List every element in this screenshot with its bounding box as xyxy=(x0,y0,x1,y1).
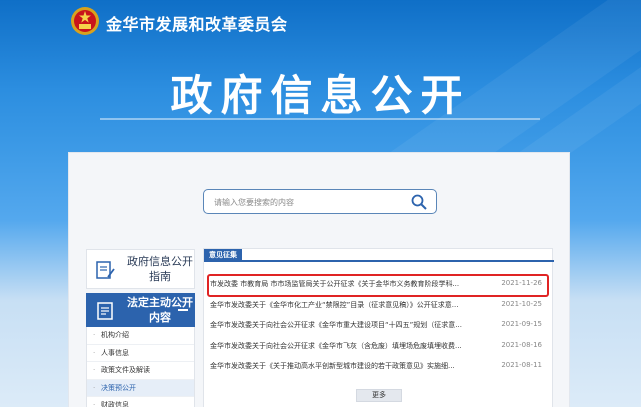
sidebar-submenu: 机构介绍 人事信息 政策文件及解读 决策预公开 财政信息 xyxy=(86,327,195,407)
site-header: 金华市发展和改革委员会 xyxy=(0,0,641,40)
main-panel: 政府信息公开指南 法定主动公开内容 机构介绍 人事信息 政策文件及解读 决策预公… xyxy=(68,152,570,407)
sidebar-subitem[interactable]: 人事信息 xyxy=(87,345,194,362)
more-button[interactable]: 更多 xyxy=(356,389,402,402)
document-list-icon xyxy=(97,302,113,320)
collapse-icon[interactable] xyxy=(178,309,188,311)
list-item[interactable]: 金华市发改委关于《关于推动高水平创新型城市建设的若干政策意见》实施细... 20… xyxy=(204,357,554,378)
tab-bar: 意见征集 xyxy=(204,249,554,262)
list-item-title[interactable]: 金华市发改委关于向社会公开征求《金华市飞灰（含危废）填埋场危废填埋收费... xyxy=(210,341,474,351)
list-item-title[interactable]: 市发改委 市教育局 市市场监管局关于公开征求《关于金华市义务教育阶段学科... xyxy=(210,279,474,289)
sidebar-item-guide[interactable]: 政府信息公开指南 xyxy=(86,249,195,289)
list-item-title[interactable]: 金华市发改委关于向社会公开征求《金华市重大建设项目“十四五”规划（征求意... xyxy=(210,320,474,330)
sidebar-subitem[interactable]: 政策文件及解读 xyxy=(87,362,194,380)
list-item-title[interactable]: 金华市发改委关于《金华市化工产业“禁限控”目录（征求意见稿）》公开征求意... xyxy=(210,300,474,310)
list-item-date: 2021-10-25 xyxy=(501,299,542,308)
agency-name[interactable]: 金华市发展和改革委员会 xyxy=(106,11,288,35)
list-item[interactable]: 金华市发改委关于《金华市化工产业“禁限控”目录（征求意见稿）》公开征求意... … xyxy=(204,296,554,317)
list-item-date: 2021-09-15 xyxy=(501,320,542,328)
sidebar-item-statutory-disclosure[interactable]: 法定主动公开内容 xyxy=(86,293,195,327)
list-item-highlighted[interactable]: 市发改委 市教育局 市市场监管局关于公开征求《关于金华市义务教育阶段学科... … xyxy=(207,274,549,297)
list-item-date: 2021-08-11 xyxy=(501,361,542,369)
sidebar-subitem[interactable]: 机构介绍 xyxy=(87,327,194,345)
page-title: 政府信息公开 xyxy=(170,71,471,120)
sidebar-item-label: 政府信息公开指南 xyxy=(127,255,193,283)
title-divider xyxy=(100,118,540,120)
content-panel: 意见征集 市发改委 市教育局 市市场监管局关于公开征求《关于金华市义务教育阶段学… xyxy=(203,248,554,407)
tab-consultation[interactable]: 意见征集 xyxy=(204,249,242,262)
list-item-title[interactable]: 金华市发改委关于《关于推动高水平创新型城市建设的若干政策意见》实施细... xyxy=(210,361,474,371)
list-item[interactable]: 金华市发改委关于向社会公开征求《金华市重大建设项目“十四五”规划（征求意... … xyxy=(204,316,554,337)
search-input[interactable] xyxy=(214,194,404,210)
list-item[interactable]: 金华市发改委关于向社会公开征求《金华市飞灰（含危废）填埋场危废填埋收费... 2… xyxy=(204,337,554,358)
list-item-date: 2021-08-16 xyxy=(501,340,542,349)
search-icon[interactable] xyxy=(410,193,428,211)
document-edit-icon xyxy=(96,261,115,279)
search-bar xyxy=(203,189,437,214)
list-item-date: 2021-11-26 xyxy=(501,279,542,287)
sidebar: 政府信息公开指南 法定主动公开内容 机构介绍 人事信息 政策文件及解读 决策预公… xyxy=(86,249,195,407)
sidebar-subitem-active[interactable]: 决策预公开 xyxy=(87,379,194,397)
sidebar-subitem[interactable]: 财政信息 xyxy=(87,397,194,407)
national-emblem-icon xyxy=(71,7,99,35)
consultation-list: 市发改委 市教育局 市市场监管局关于公开征求《关于金华市义务教育阶段学科... … xyxy=(204,274,554,378)
